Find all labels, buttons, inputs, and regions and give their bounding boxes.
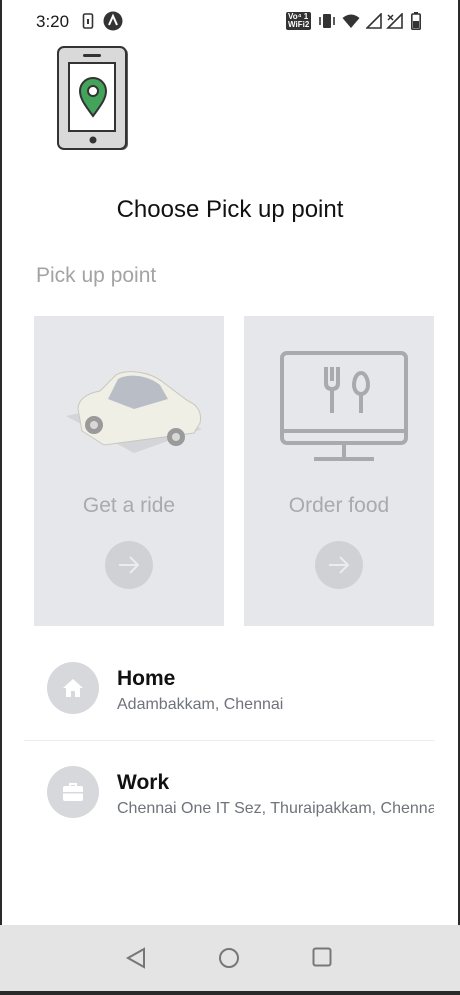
wifi-icon <box>342 13 360 34</box>
status-bar: 3:20 Vo⁴ 1 WiFi2 <box>0 0 460 42</box>
back-icon[interactable] <box>125 947 147 974</box>
place-row-work[interactable]: Work Chennai One IT Sez, Thuraipakkam, C… <box>24 740 434 844</box>
sim-status-icon <box>82 13 94 34</box>
order-food-label: Order food <box>288 494 390 517</box>
page-title: Choose Pick up point <box>116 196 344 223</box>
home-icon-circle <box>47 662 99 714</box>
frame-bottom-edge <box>0 991 460 995</box>
battery-icon <box>411 12 421 35</box>
place-address: Adambakkam, Chennai <box>117 696 284 713</box>
place-title: Work <box>117 771 170 794</box>
get-a-ride-card[interactable]: Get a ride <box>34 316 224 626</box>
order-food-arrow-button[interactable] <box>315 541 363 589</box>
status-time: 3:20 <box>36 12 70 31</box>
car-icon <box>64 361 204 461</box>
app-notification-icon <box>103 11 123 36</box>
section-label: Pick up point <box>36 264 157 287</box>
volte-wifi-icon: Vo⁴ 1 WiFi2 <box>286 12 312 30</box>
wifi-call-text: WiFi2 <box>288 20 310 29</box>
home-icon <box>63 679 83 697</box>
place-title: Home <box>117 667 176 690</box>
place-address: Chennai One IT Sez, Thuraipakkam, Chenna… <box>117 800 434 817</box>
get-a-ride-label: Get a ride <box>82 494 176 517</box>
frame-left-edge <box>0 0 2 995</box>
work-icon-circle <box>47 766 99 818</box>
signal-icon <box>365 12 382 34</box>
home-nav-icon[interactable] <box>218 947 240 974</box>
get-a-ride-arrow-button[interactable] <box>105 541 153 589</box>
arrow-right-icon <box>329 556 350 574</box>
vibrate-icon <box>318 13 336 34</box>
navigation-bar <box>0 925 460 991</box>
monitor-food-icon <box>280 351 408 468</box>
phone-location-icon <box>56 46 130 157</box>
signal-no-data-icon <box>386 12 404 34</box>
order-food-card[interactable]: Order food <box>244 316 434 626</box>
arrow-right-icon <box>119 556 140 574</box>
place-row-home[interactable]: Home Adambakkam, Chennai <box>24 636 434 740</box>
briefcase-icon <box>63 783 83 801</box>
recents-icon[interactable] <box>312 947 332 972</box>
